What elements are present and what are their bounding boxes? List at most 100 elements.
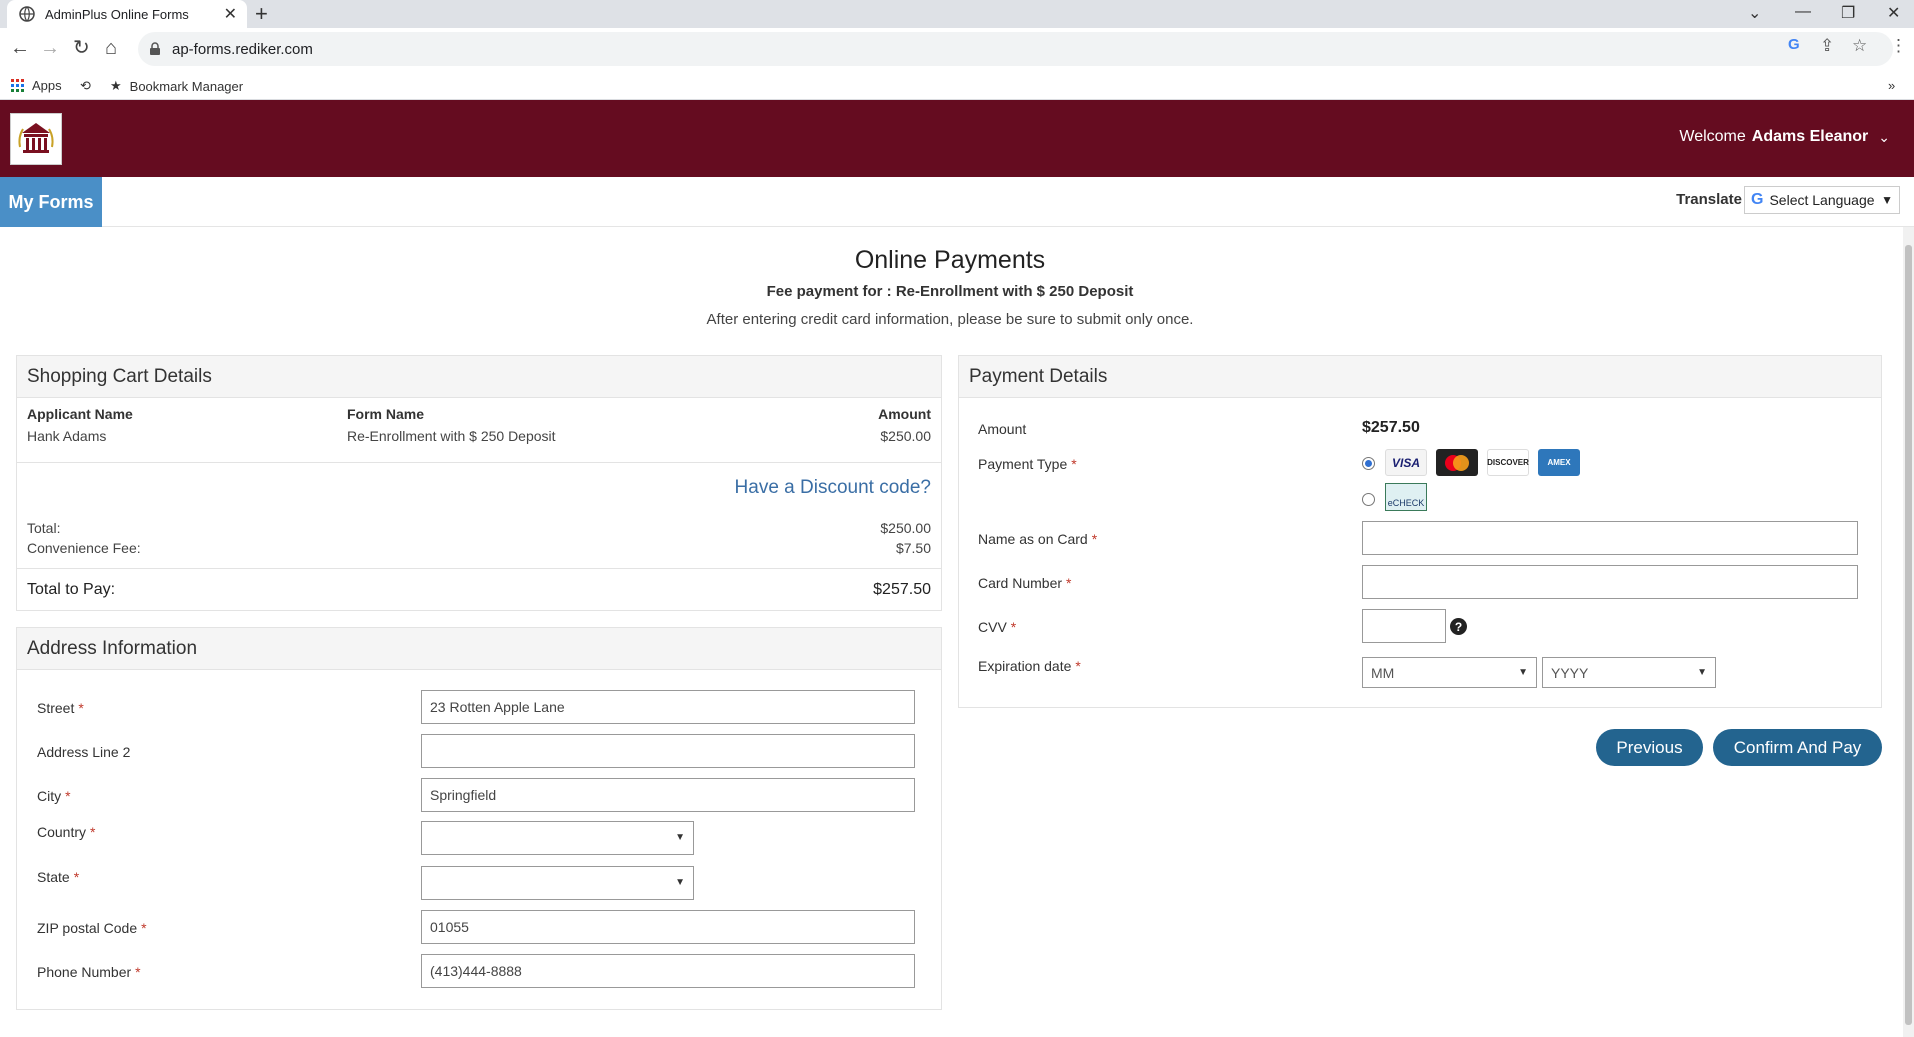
total-label: Total:: [27, 520, 61, 536]
column-header: Form Name: [347, 406, 425, 422]
lock-icon: [150, 42, 160, 55]
more-bookmarks-icon[interactable]: »: [1888, 78, 1895, 93]
state-label: State *: [37, 869, 80, 885]
previous-button[interactable]: Previous: [1596, 729, 1703, 766]
zip-label: ZIP postal Code *: [37, 920, 147, 936]
close-tab-icon[interactable]: ✕: [224, 4, 237, 24]
card-number-input[interactable]: [1362, 565, 1858, 599]
minimize-icon[interactable]: —: [1795, 3, 1811, 21]
new-tab-icon[interactable]: +: [255, 2, 268, 26]
street-input[interactable]: 23 Rotten Apple Lane: [421, 690, 915, 724]
page-title: Online Payments: [854, 246, 1046, 274]
credit-card-radio[interactable]: [1362, 457, 1375, 470]
cvv-label: CVV *: [978, 619, 1017, 635]
history-icon[interactable]: ⟲: [80, 78, 91, 94]
user-name: Adams Eleanor: [1751, 128, 1869, 145]
globe-icon: [19, 6, 35, 22]
card-number-label: Card Number *: [978, 575, 1072, 591]
reload-icon[interactable]: ↻: [73, 36, 90, 60]
city-input[interactable]: Springfield: [421, 778, 915, 812]
payment-type-label: Payment Type *: [978, 456, 1077, 472]
dropdown-arrow-icon: ▼: [1881, 193, 1893, 207]
state-select[interactable]: ▼: [421, 866, 694, 900]
city-label: City *: [37, 788, 71, 804]
school-logo[interactable]: [10, 113, 62, 165]
google-icon[interactable]: G: [1788, 36, 1800, 53]
browser-tab-bar: AdminPlus Online Forms ✕ + ⌄ — ❐ ✕: [0, 0, 1914, 28]
scrollbar-thumb[interactable]: [1905, 245, 1912, 1025]
total-to-pay-label: Total to Pay:: [27, 581, 116, 598]
bookmark-star-icon[interactable]: ☆: [1852, 36, 1867, 56]
welcome-text: Welcome: [1679, 128, 1746, 145]
zip-input[interactable]: 01055: [421, 910, 915, 944]
page-scrollbar[interactable]: [1903, 227, 1914, 1037]
name-on-card-input[interactable]: [1362, 521, 1858, 555]
language-select-value: Select Language: [1769, 192, 1875, 208]
amount-label: Amount: [978, 421, 1027, 437]
app-header: Welcome Adams Eleanor ⌄: [0, 100, 1914, 177]
divider: [17, 462, 941, 463]
url-text: ap-forms.rediker.com: [172, 40, 313, 58]
translate-label: Translate: [1676, 191, 1742, 208]
share-icon[interactable]: ⇪: [1820, 36, 1834, 56]
line-amount: $250.00: [880, 428, 931, 444]
confirm-and-pay-button[interactable]: Confirm And Pay: [1713, 729, 1882, 766]
expiry-month-select[interactable]: MM ▼: [1362, 657, 1537, 688]
dropdown-arrow-icon: ▼: [1518, 667, 1528, 678]
address-panel: Address Information Street * 23 Rotten Ap…: [16, 627, 942, 1010]
form-name: Re-Enrollment with $ 250 Deposit: [347, 428, 556, 444]
dropdown-arrow-icon: ▼: [675, 877, 685, 888]
tab-search-icon[interactable]: ⌄: [1748, 3, 1761, 23]
address-line2-input[interactable]: [421, 734, 915, 768]
country-label: Country *: [37, 824, 96, 840]
star-icon: ★: [110, 78, 122, 93]
address-bar[interactable]: ap-forms.rediker.com: [138, 32, 1893, 66]
browser-tab[interactable]: AdminPlus Online Forms ✕: [7, 0, 247, 28]
discover-icon: DISCOVER: [1487, 449, 1529, 476]
bookmark-label: Bookmark Manager: [129, 78, 244, 94]
menu-dots-icon[interactable]: ⋮: [1890, 36, 1907, 56]
google-translate-icon: G: [1751, 191, 1764, 208]
phone-input[interactable]: (413)444-8888: [421, 954, 915, 988]
expiration-date-label: Expiration date *: [978, 658, 1081, 674]
card-logos: VISA DISCOVER AMEX: [1385, 449, 1580, 476]
apps-grid-icon: [11, 79, 24, 92]
bookmark-manager[interactable]: ★ Bookmark Manager: [110, 78, 243, 94]
bookmark-label: Apps: [32, 78, 62, 93]
bookmark-apps[interactable]: Apps: [11, 78, 62, 93]
fee-description: Fee payment for : Re-Enrollment with $ 2…: [766, 283, 1134, 300]
chevron-down-icon: ⌄: [1878, 128, 1890, 145]
convenience-fee-value: $7.50: [895, 540, 931, 556]
school-crest-icon: [18, 123, 54, 153]
forward-icon[interactable]: →: [40, 36, 60, 60]
column-header: Amount: [878, 406, 931, 422]
restore-icon[interactable]: ❐: [1841, 3, 1855, 23]
user-menu[interactable]: Welcome Adams Eleanor ⌄: [1679, 128, 1890, 146]
nav-my-forms[interactable]: My Forms: [0, 177, 102, 227]
window-close-icon[interactable]: ✕: [1887, 3, 1900, 23]
dropdown-arrow-icon: ▼: [1697, 667, 1707, 678]
language-select[interactable]: G Select Language ▼: [1744, 186, 1900, 214]
help-icon[interactable]: ?: [1450, 618, 1467, 635]
cvv-input[interactable]: [1362, 609, 1446, 643]
convenience-fee-label: Convenience Fee:: [27, 540, 141, 556]
amount-value: $257.50: [1362, 419, 1420, 436]
column-header: Applicant Name: [27, 406, 133, 422]
sub-navigation: My Forms Translate G Select Language ▼: [0, 177, 1914, 227]
country-select[interactable]: ▼: [421, 821, 694, 855]
back-icon[interactable]: ←: [10, 36, 30, 60]
browser-toolbar: ← → ↻ ⌂ ap-forms.rediker.com G ⇪ ☆ ⋮: [0, 28, 1914, 70]
payment-panel: Payment Details Amount $257.50 Payment T…: [958, 355, 1882, 708]
divider: [17, 568, 941, 569]
echeck-radio[interactable]: [1362, 493, 1375, 506]
submit-note: After entering credit card information, …: [706, 311, 1194, 328]
discount-code-link[interactable]: Have a Discount code?: [735, 477, 931, 499]
phone-label: Phone Number *: [37, 964, 141, 980]
visa-icon: VISA: [1385, 449, 1427, 476]
name-on-card-label: Name as on Card *: [978, 531, 1098, 547]
street-label: Street *: [37, 700, 84, 716]
expiry-year-select[interactable]: YYYY ▼: [1542, 657, 1716, 688]
home-icon[interactable]: ⌂: [105, 36, 117, 60]
applicant-name: Hank Adams: [27, 428, 107, 444]
echeck-icon: eCHECK: [1385, 483, 1427, 511]
